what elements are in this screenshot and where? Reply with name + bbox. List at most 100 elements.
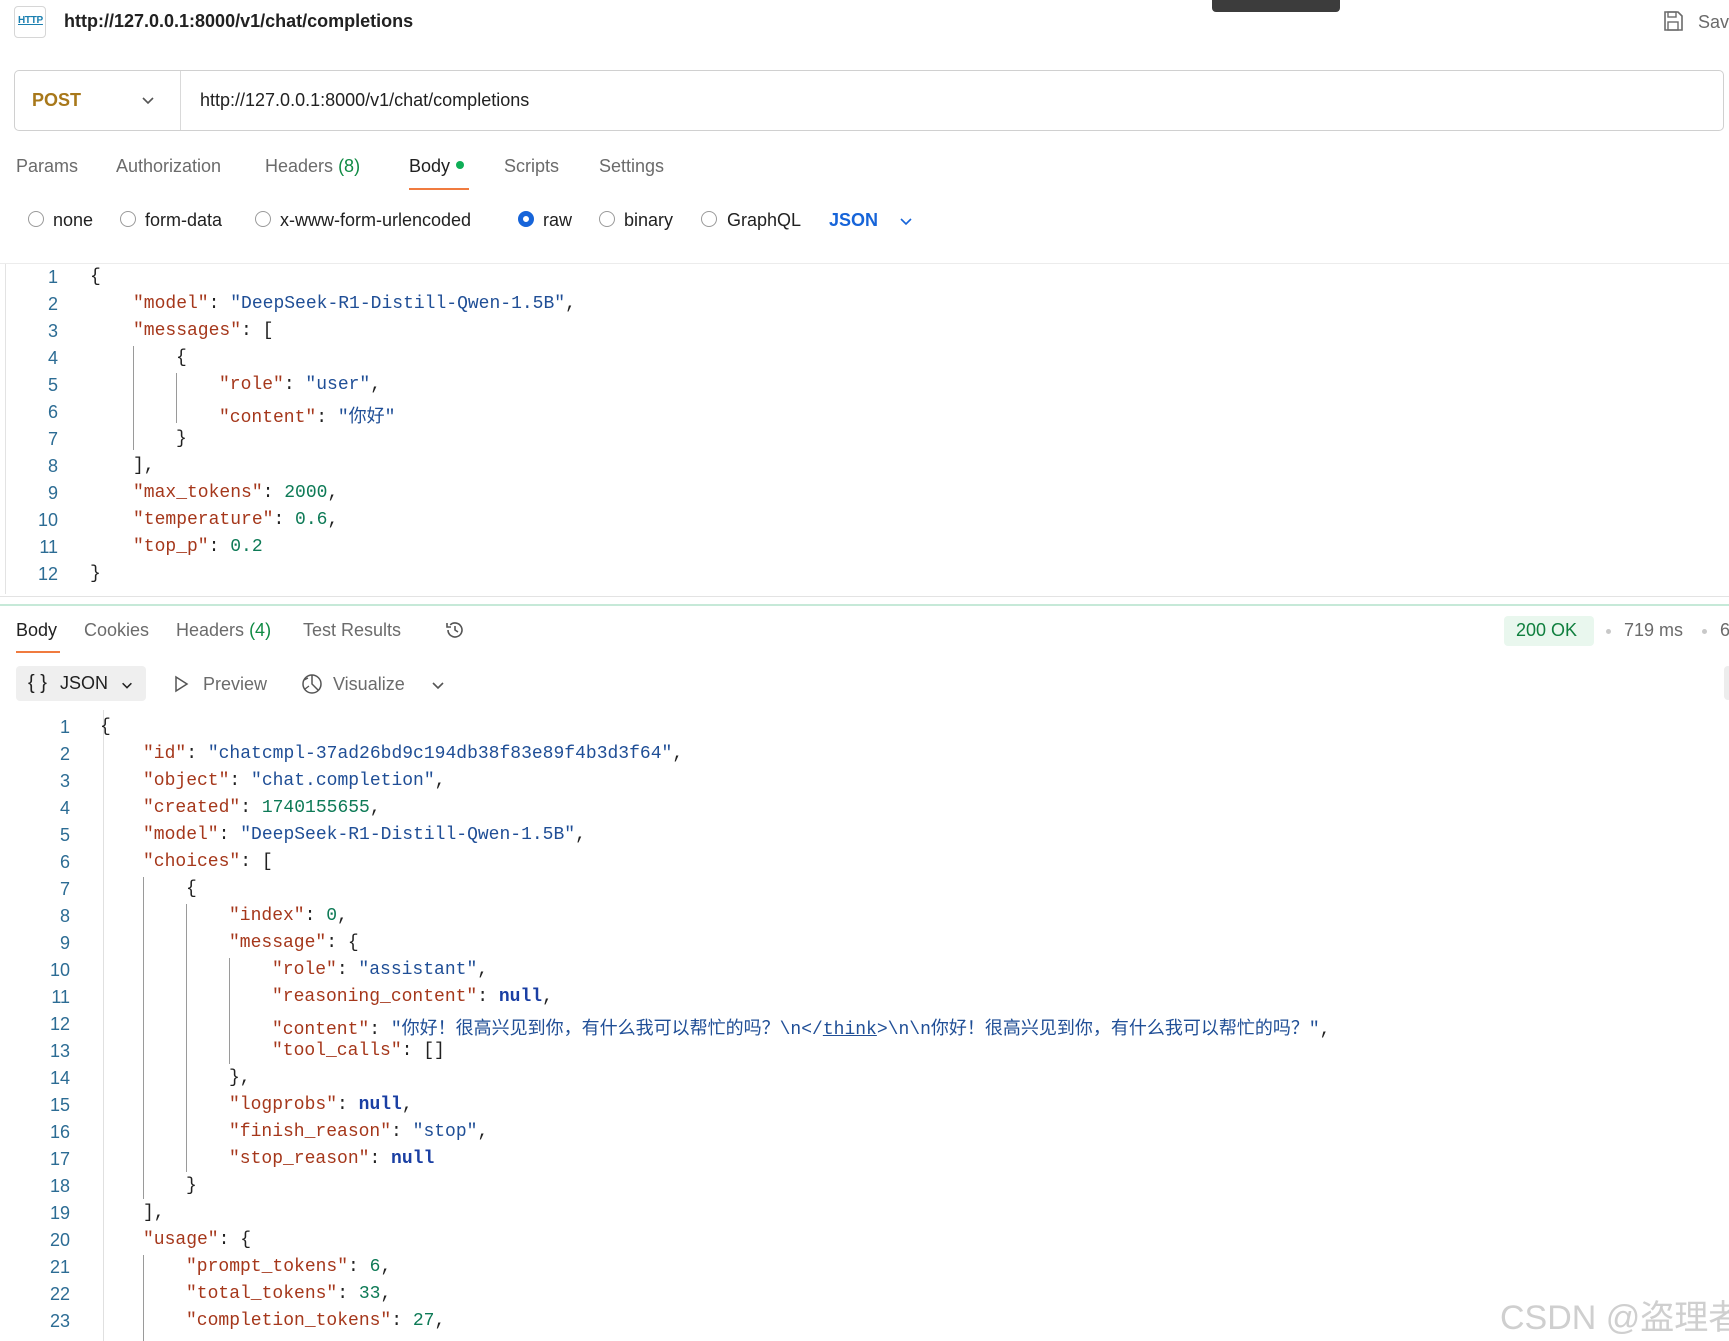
line-number: 5: [59, 825, 70, 845]
chevron-down-icon[interactable]: [140, 92, 156, 108]
line-number: 20: [49, 1230, 70, 1250]
code-line: "message": {: [229, 933, 359, 953]
line-number: 9: [47, 483, 58, 503]
body-modified-dot: [456, 161, 465, 169]
code-line: "messages": [: [133, 321, 274, 341]
code-line: },: [229, 1068, 251, 1088]
chevron-down-icon[interactable]: [430, 677, 446, 693]
url-input[interactable]: http://127.0.0.1:8000/v1/chat/completion…: [200, 90, 529, 111]
line-number: 9: [59, 933, 70, 953]
radio-graphql[interactable]: [701, 211, 717, 227]
visualize-button[interactable]: Visualize: [333, 674, 405, 695]
tab-body-label: Body: [409, 156, 451, 176]
radio-raw[interactable]: [518, 211, 534, 227]
code-line: "temperature": 0.6,: [133, 510, 339, 530]
response-tab-headers[interactable]: Headers (4): [176, 620, 271, 641]
resp-stop-reason-value: null: [391, 1149, 435, 1169]
code-line: {: [176, 348, 187, 368]
line-number: 17: [49, 1149, 70, 1169]
radio-raw-label[interactable]: raw: [543, 210, 572, 231]
code-line: "created": 1740155655,: [143, 798, 381, 818]
line-number: 12: [49, 1014, 70, 1034]
visualize-icon[interactable]: [300, 672, 324, 696]
method-select[interactable]: POST: [32, 90, 81, 111]
code-line: "max_tokens": 2000,: [133, 483, 339, 503]
body-format-select[interactable]: JSON: [829, 210, 878, 231]
separator-dot: [1606, 629, 1611, 634]
save-icon: [1664, 11, 1683, 31]
code-line: "prompt_tokens": 6,: [186, 1257, 392, 1277]
line-number: 5: [47, 375, 58, 395]
resp-finish-reason-value: "stop": [412, 1122, 478, 1142]
json-braces-icon: { }: [28, 672, 47, 694]
radio-form-data[interactable]: [120, 211, 136, 227]
gutter-border: [103, 710, 104, 1341]
resp-content-think-link[interactable]: think: [823, 1020, 877, 1040]
response-tab-test-results[interactable]: Test Results: [303, 620, 401, 641]
radio-binary[interactable]: [599, 211, 615, 227]
code-line: "model": "DeepSeek-R1-Distill-Qwen-1.5B"…: [133, 294, 576, 314]
response-format-select[interactable]: { } JSON: [16, 666, 146, 701]
code-line: }: [186, 1176, 197, 1196]
response-tab-body[interactable]: Body: [16, 620, 57, 641]
req-temperature-value: 0.6: [295, 510, 328, 530]
code-line: }: [90, 564, 101, 584]
line-number: 10: [37, 510, 58, 530]
tab-scripts[interactable]: Scripts: [504, 156, 559, 177]
indent-guide: [229, 958, 230, 1064]
radio-graphql-label[interactable]: GraphQL: [727, 210, 801, 231]
response-time[interactable]: 719 ms: [1624, 620, 1683, 641]
line-number: 4: [59, 798, 70, 818]
request-body-editor[interactable]: 1 2 3 4 5 6 7 8 9 10 11 12 { "model": "DeepSeek-R1-…: [0, 0, 1729, 584]
history-icon[interactable]: [443, 618, 467, 642]
save-button[interactable]: Sav: [1662, 8, 1729, 38]
resp-reasoning-value: null: [498, 987, 543, 1007]
resp-tool-calls-value: []: [423, 1041, 445, 1061]
panel-resize-handle[interactable]: [0, 604, 1729, 606]
req-max-tokens-value: 2000: [284, 483, 328, 503]
radio-none-label[interactable]: none: [53, 210, 93, 231]
response-tab-headers-label: Headers: [176, 620, 245, 640]
line-number: 19: [49, 1203, 70, 1223]
radio-binary-label[interactable]: binary: [624, 210, 673, 231]
line-number: 2: [47, 294, 58, 314]
code-line: {: [90, 267, 101, 287]
tab-params[interactable]: Params: [16, 156, 78, 177]
line-number: 11: [39, 537, 58, 557]
radio-urlencoded-label[interactable]: x-www-form-urlencoded: [280, 210, 471, 231]
code-line: "usage": {: [143, 1230, 252, 1250]
line-number: 3: [59, 771, 70, 791]
line-number: 21: [49, 1257, 70, 1277]
indent-guide: [186, 904, 187, 1172]
line-number: 2: [59, 744, 70, 764]
chevron-down-icon[interactable]: [898, 213, 914, 229]
radio-form-data-label[interactable]: form-data: [145, 210, 222, 231]
code-line: "role": "user",: [219, 375, 382, 395]
radio-none[interactable]: [28, 211, 44, 227]
code-line: "reasoning_content": null,: [272, 987, 553, 1007]
line-number: 12: [37, 564, 58, 584]
line-number: 8: [59, 906, 70, 926]
code-line: "content": "你好！很高兴见到你，有什么我可以帮忙的吗？\n</thi…: [272, 1020, 1331, 1040]
tab-settings[interactable]: Settings: [599, 156, 664, 177]
tab-headers-label: Headers: [265, 156, 334, 176]
tab-headers[interactable]: Headers (8): [265, 156, 360, 177]
preview-button[interactable]: Preview: [203, 674, 267, 695]
tab-authorization[interactable]: Authorization: [116, 156, 221, 177]
radio-urlencoded[interactable]: [255, 211, 271, 227]
indent-guide: [143, 1255, 144, 1341]
response-tab-cookies[interactable]: Cookies: [84, 620, 149, 641]
copy-button[interactable]: [1724, 666, 1729, 700]
line-number: 23: [49, 1311, 70, 1331]
code-line: "choices": [: [143, 852, 273, 872]
active-response-tab-indicator: [16, 651, 60, 653]
play-icon[interactable]: [172, 675, 190, 693]
status-badge[interactable]: 200 OK: [1504, 616, 1594, 646]
save-label: Sav: [1698, 12, 1729, 32]
response-size[interactable]: 6: [1720, 620, 1729, 641]
line-number: 6: [59, 852, 70, 872]
status-text: 200 OK: [1516, 620, 1578, 640]
line-number: 7: [59, 879, 70, 899]
request-title[interactable]: http://127.0.0.1:8000/v1/chat/completion…: [64, 11, 413, 32]
tab-body[interactable]: Body: [409, 156, 465, 177]
